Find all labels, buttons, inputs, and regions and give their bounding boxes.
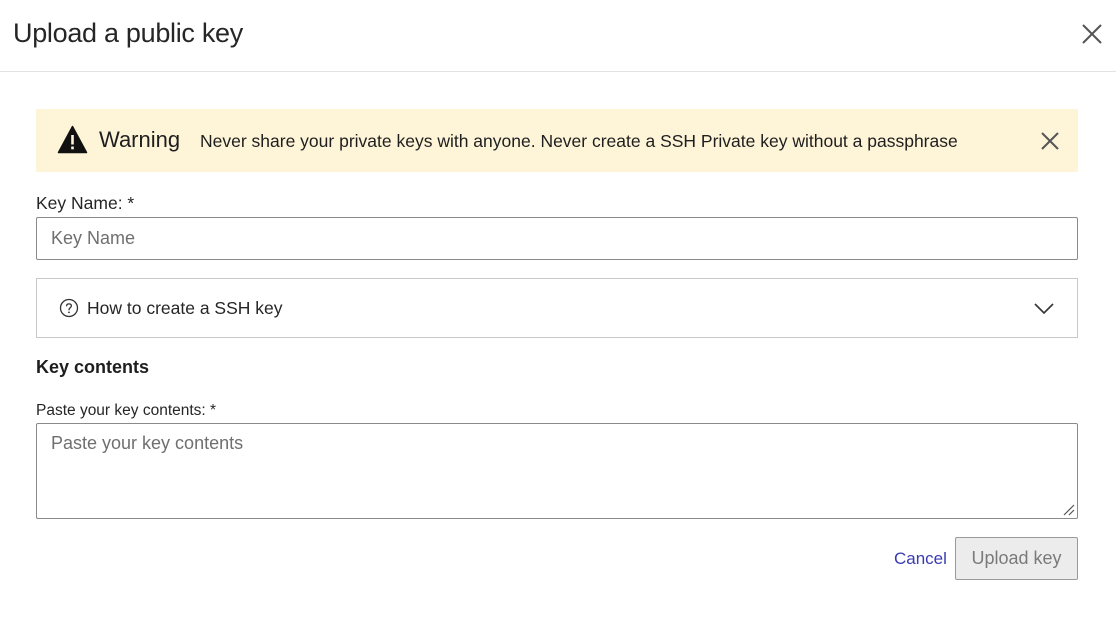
ssh-help-accordion[interactable]: How to create a SSH key	[36, 278, 1078, 338]
key-contents-textarea[interactable]	[36, 423, 1078, 519]
key-contents-label: Paste your key contents: *	[36, 402, 217, 419]
warning-message: Never share your private keys with anyon…	[200, 131, 958, 151]
warning-triangle-icon	[57, 125, 88, 154]
close-dialog-button[interactable]	[1078, 20, 1106, 48]
resize-handle-icon[interactable]	[1062, 503, 1075, 516]
chevron-down-icon	[1034, 303, 1054, 315]
cancel-button[interactable]: Cancel	[894, 548, 947, 570]
dismiss-warning-button[interactable]	[1039, 130, 1061, 152]
warning-banner: Warning Never share your private keys wi…	[36, 109, 1078, 172]
help-circle-icon	[59, 298, 79, 318]
upload-public-key-dialog: Upload a public key Warning Never share …	[0, 0, 1116, 624]
close-icon	[1041, 132, 1059, 150]
key-contents-heading: Key contents	[36, 357, 150, 377]
key-name-label: Key Name: *	[36, 193, 135, 213]
dialog-header: Upload a public key	[0, 0, 1116, 72]
close-icon	[1082, 24, 1102, 44]
ssh-help-label: How to create a SSH key	[87, 298, 283, 318]
upload-key-button[interactable]: Upload key	[955, 537, 1078, 580]
warning-title: Warning	[99, 127, 181, 152]
dialog-title: Upload a public key	[13, 18, 243, 48]
key-name-input[interactable]	[36, 217, 1078, 260]
